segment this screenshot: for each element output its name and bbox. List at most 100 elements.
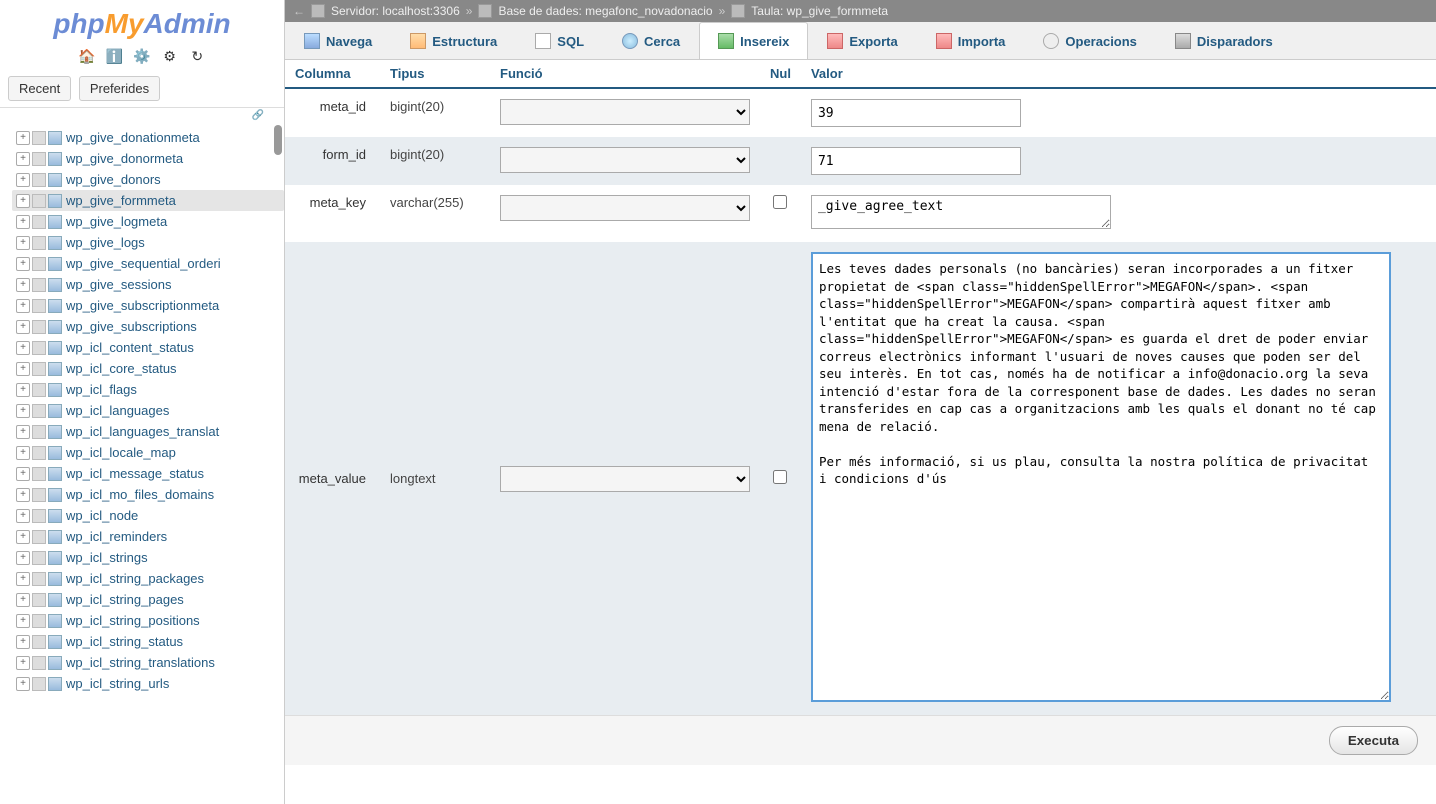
expand-icon[interactable]: + xyxy=(16,278,30,292)
settings-icon[interactable]: ⚙️ xyxy=(133,48,151,66)
tree-item-wp_give_subscriptions[interactable]: +wp_give_subscriptions xyxy=(12,316,284,337)
expand-icon[interactable]: + xyxy=(16,530,30,544)
tree-item-wp_icl_string_translations[interactable]: +wp_icl_string_translations xyxy=(12,652,284,673)
expand-icon[interactable]: + xyxy=(16,257,30,271)
function-select-form_id[interactable] xyxy=(500,147,750,173)
value-input-meta_key[interactable] xyxy=(811,195,1111,229)
expand-icon[interactable]: + xyxy=(16,341,30,355)
expand-icon[interactable]: + xyxy=(16,488,30,502)
tab-recent[interactable]: Recent xyxy=(8,76,71,101)
tree-item-wp_icl_message_status[interactable]: +wp_icl_message_status xyxy=(12,463,284,484)
tab-ops[interactable]: Operacions xyxy=(1024,22,1156,59)
tree-item-wp_give_sequential_orderi[interactable]: +wp_give_sequential_orderi xyxy=(12,253,284,274)
tab-label: SQL xyxy=(557,34,584,49)
table-icon xyxy=(48,362,62,376)
tree-item-wp_icl_languages[interactable]: +wp_icl_languages xyxy=(12,400,284,421)
null-checkbox-meta_key[interactable] xyxy=(773,195,787,209)
expand-icon[interactable]: + xyxy=(16,677,30,691)
tree-item-wp_icl_reminders[interactable]: +wp_icl_reminders xyxy=(12,526,284,547)
expand-icon[interactable]: + xyxy=(16,236,30,250)
tree-item-wp_icl_string_status[interactable]: +wp_icl_string_status xyxy=(12,631,284,652)
tree-item-wp_give_donationmeta[interactable]: +wp_give_donationmeta xyxy=(12,127,284,148)
tree-item-wp_icl_string_packages[interactable]: +wp_icl_string_packages xyxy=(12,568,284,589)
tab-trig[interactable]: Disparadors xyxy=(1156,22,1292,59)
expand-icon[interactable]: + xyxy=(16,467,30,481)
tree-item-wp_give_logs[interactable]: +wp_give_logs xyxy=(12,232,284,253)
expand-icon[interactable]: + xyxy=(16,362,30,376)
content: Columna Tipus Funció Nul Valor meta_idbi… xyxy=(285,60,1436,804)
tree-item-wp_icl_string_urls[interactable]: +wp_icl_string_urls xyxy=(12,673,284,694)
expand-icon[interactable]: + xyxy=(16,299,30,313)
expand-icon[interactable]: + xyxy=(16,551,30,565)
tree-item-wp_icl_mo_files_domains[interactable]: +wp_icl_mo_files_domains xyxy=(12,484,284,505)
form-row-meta_value: meta_valuelongtext xyxy=(285,242,1436,715)
col-name: meta_id xyxy=(285,88,380,137)
tree-item-wp_give_formmeta[interactable]: +wp_give_formmeta xyxy=(12,190,284,211)
tab-import[interactable]: Importa xyxy=(917,22,1025,59)
expand-icon[interactable]: + xyxy=(16,320,30,334)
tree-item-wp_icl_locale_map[interactable]: +wp_icl_locale_map xyxy=(12,442,284,463)
value-input-meta_value[interactable] xyxy=(811,252,1391,702)
tab-export[interactable]: Exporta xyxy=(808,22,916,59)
tree-item-wp_icl_core_status[interactable]: +wp_icl_core_status xyxy=(12,358,284,379)
expand-icon[interactable]: + xyxy=(16,152,30,166)
gear-icon[interactable]: ⚙ xyxy=(161,48,179,66)
tree-item-wp_give_subscriptionmeta[interactable]: +wp_give_subscriptionmeta xyxy=(12,295,284,316)
expand-icon[interactable]: + xyxy=(16,572,30,586)
reload-icon[interactable]: ↻ xyxy=(188,48,206,66)
value-input-form_id[interactable] xyxy=(811,147,1021,175)
expand-icon[interactable]: + xyxy=(16,215,30,229)
link-icon[interactable]: 🔗 xyxy=(0,108,284,123)
logo[interactable]: phpMyAdmin xyxy=(0,0,284,44)
tree-item-wp_icl_languages_translat[interactable]: +wp_icl_languages_translat xyxy=(12,421,284,442)
back-arrow-icon[interactable]: ← xyxy=(293,4,305,18)
expand-icon[interactable]: + xyxy=(16,173,30,187)
breadcrumb: ← Servidor: localhost:3306 » Base de dad… xyxy=(285,0,1436,22)
expand-icon[interactable]: + xyxy=(16,131,30,145)
tree-item-wp_give_logmeta[interactable]: +wp_give_logmeta xyxy=(12,211,284,232)
tree-item-wp_icl_flags[interactable]: +wp_icl_flags xyxy=(12,379,284,400)
expand-icon[interactable]: + xyxy=(16,194,30,208)
tab-browse[interactable]: Navega xyxy=(285,22,391,59)
tree-scrollbar[interactable] xyxy=(274,123,282,804)
table-icon xyxy=(48,215,62,229)
expand-icon[interactable]: + xyxy=(16,593,30,607)
tree-item-wp_icl_content_status[interactable]: +wp_icl_content_status xyxy=(12,337,284,358)
expand-icon[interactable]: + xyxy=(16,614,30,628)
tree-item-wp_icl_node[interactable]: + wp_icl_node xyxy=(12,505,284,526)
tree-item-wp_give_sessions[interactable]: +wp_give_sessions xyxy=(12,274,284,295)
tree-item-wp_give_donors[interactable]: +wp_give_donors xyxy=(12,169,284,190)
tree-item-label: wp_icl_node xyxy=(66,508,138,523)
value-input-meta_id[interactable] xyxy=(811,99,1021,127)
tab-search[interactable]: Cerca xyxy=(603,22,699,59)
expand-icon[interactable]: + xyxy=(16,425,30,439)
expand-icon[interactable]: + xyxy=(16,656,30,670)
table-tree: +wp_give_donationmeta+wp_give_donormeta+… xyxy=(0,123,284,804)
tab-preferides[interactable]: Preferides xyxy=(79,76,160,101)
tree-item-wp_icl_strings[interactable]: +wp_icl_strings xyxy=(12,547,284,568)
tab-insert[interactable]: Insereix xyxy=(699,22,808,59)
server-icon xyxy=(311,4,325,18)
breadcrumb-database[interactable]: Base de dades: megafonc_novadonacio xyxy=(498,4,712,18)
execute-button[interactable]: Executa xyxy=(1329,726,1418,755)
tree-item-wp_icl_string_pages[interactable]: +wp_icl_string_pages xyxy=(12,589,284,610)
function-select-meta_key[interactable] xyxy=(500,195,750,221)
expand-icon[interactable]: + xyxy=(16,404,30,418)
tree-item-wp_icl_string_positions[interactable]: +wp_icl_string_positions xyxy=(12,610,284,631)
table-icon xyxy=(32,446,46,460)
breadcrumb-server[interactable]: Servidor: localhost:3306 xyxy=(331,4,460,18)
expand-icon[interactable]: + xyxy=(16,446,30,460)
tab-struct[interactable]: Estructura xyxy=(391,22,516,59)
expand-icon[interactable]: + xyxy=(16,635,30,649)
null-checkbox-meta_value[interactable] xyxy=(773,470,787,484)
function-select-meta_id[interactable] xyxy=(500,99,750,125)
expand-icon[interactable]: + xyxy=(16,383,30,397)
info-icon[interactable]: ℹ️ xyxy=(105,48,123,66)
expand-icon[interactable]: + xyxy=(16,509,30,523)
breadcrumb-table[interactable]: Taula: wp_give_formmeta xyxy=(751,4,888,18)
home-icon[interactable]: 🏠 xyxy=(78,48,96,66)
tab-sql[interactable]: SQL xyxy=(516,22,603,59)
function-select-meta_value[interactable] xyxy=(500,466,750,492)
tree-item-wp_give_donormeta[interactable]: +wp_give_donormeta xyxy=(12,148,284,169)
table-icon xyxy=(32,509,46,523)
